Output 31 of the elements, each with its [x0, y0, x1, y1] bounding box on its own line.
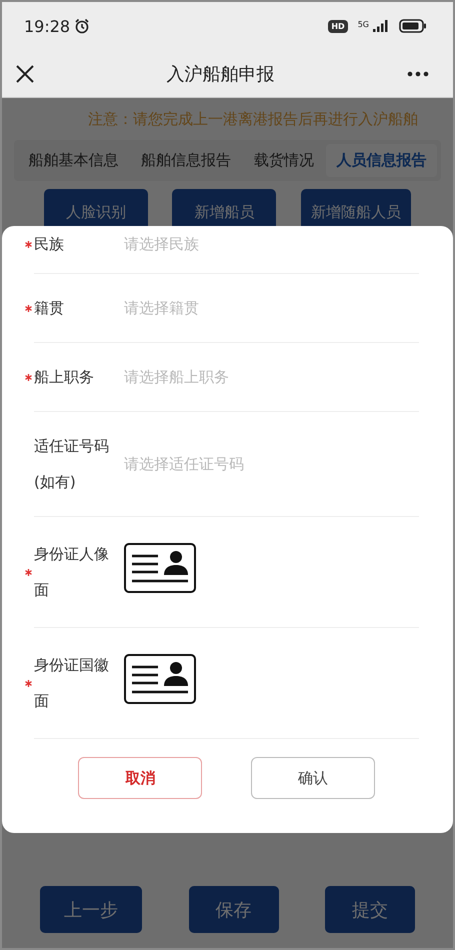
page-title: 入沪船舶申报: [166, 62, 274, 86]
battery-icon: [399, 19, 427, 33]
id-card-icon[interactable]: [124, 654, 196, 704]
signal-icon: [373, 20, 389, 32]
notice-text: 注意：请您完成上一港离港报告后再进行入沪船舶: [87, 109, 419, 130]
select-field[interactable]: 请选择籍贯: [124, 298, 199, 318]
select-field[interactable]: 请选择船上职务: [124, 368, 229, 386]
tab[interactable]: 载货情况: [244, 144, 324, 177]
field-label: 船上职务: [34, 367, 95, 388]
field-label: 适任证号码(如有): [34, 436, 110, 493]
field-label: 身份证人像面: [34, 544, 110, 601]
footer-button[interactable]: 保存: [188, 886, 278, 933]
confirm-button[interactable]: 确认: [250, 757, 375, 799]
status-time: 19:28: [24, 16, 70, 36]
close-icon[interactable]: [16, 64, 34, 82]
more-icon[interactable]: [407, 70, 429, 76]
cancel-button[interactable]: 取消: [78, 757, 202, 799]
id-card-icon[interactable]: [124, 543, 196, 593]
tab[interactable]: 船舶基本信息: [18, 144, 129, 177]
field-label: 籍贯: [34, 298, 65, 319]
select-field[interactable]: 请选择适任证号码: [124, 454, 244, 474]
field-label: 民族: [34, 234, 65, 255]
tab[interactable]: 人员信息报告: [326, 144, 437, 177]
footer-button[interactable]: 上一步: [40, 886, 142, 933]
footer-button[interactable]: 提交: [325, 886, 415, 933]
network-label: 5G: [358, 20, 369, 29]
alarm-clock-icon: [74, 18, 90, 34]
field-label: 身份证国徽面: [34, 655, 110, 712]
hd-badge: HD: [328, 20, 348, 32]
select-field[interactable]: 请选择民族: [124, 232, 199, 256]
tab[interactable]: 船舶信息报告: [130, 144, 242, 177]
